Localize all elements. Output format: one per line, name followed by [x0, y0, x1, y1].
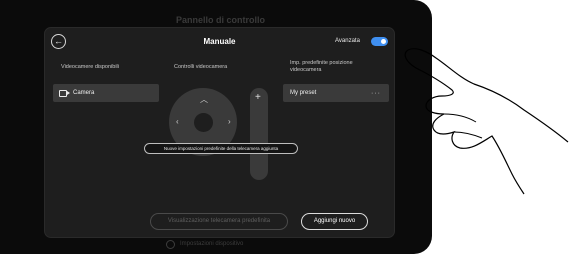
default-camera-view-button[interactable]: Visualizzazione telecamera predefinita [150, 213, 288, 230]
pointing-hand-illustration [404, 48, 569, 195]
preset-list-item[interactable]: My preset ··· [283, 84, 389, 102]
preset-item-label: My preset [290, 90, 317, 96]
camera-controls-heading: Controlli videocamera [174, 64, 228, 70]
more-options-icon[interactable]: ··· [371, 90, 381, 97]
camera-list-item[interactable]: Camera [53, 84, 159, 102]
camera-item-label: Camera [73, 90, 95, 96]
zoom-in-icon[interactable]: + [255, 92, 261, 103]
device-settings-label: Impostazioni dispositivo [180, 241, 244, 247]
chevron-left-icon[interactable]: ‹ [176, 117, 179, 126]
chevron-right-icon[interactable]: › [228, 117, 231, 126]
available-cameras-heading: Videocamere disponibili [61, 64, 119, 70]
add-new-button[interactable]: Aggiungi nuovo [301, 213, 368, 230]
camera-manual-panel: ← Manuale Avanzata Videocamere disponibi… [44, 27, 395, 238]
device-screen: Pannello di controllo ← Manuale Avanzata… [0, 0, 432, 254]
advanced-label: Avanzata [335, 38, 360, 44]
toast-notification: Nuove impostazioni predefinite della tel… [144, 143, 298, 154]
presets-heading: Imp. predefinite posizione videocamera [290, 60, 353, 73]
joystick-center [194, 113, 213, 132]
toggle-knob [381, 39, 386, 44]
advanced-toggle[interactable] [371, 37, 388, 46]
chevron-up-icon[interactable]: ︿ [200, 94, 208, 105]
camera-icon [59, 89, 70, 97]
device-settings-link: Impostazioni dispositivo [166, 236, 243, 252]
control-panel-title: Pannello di controllo [176, 15, 266, 25]
gear-icon [166, 239, 175, 249]
